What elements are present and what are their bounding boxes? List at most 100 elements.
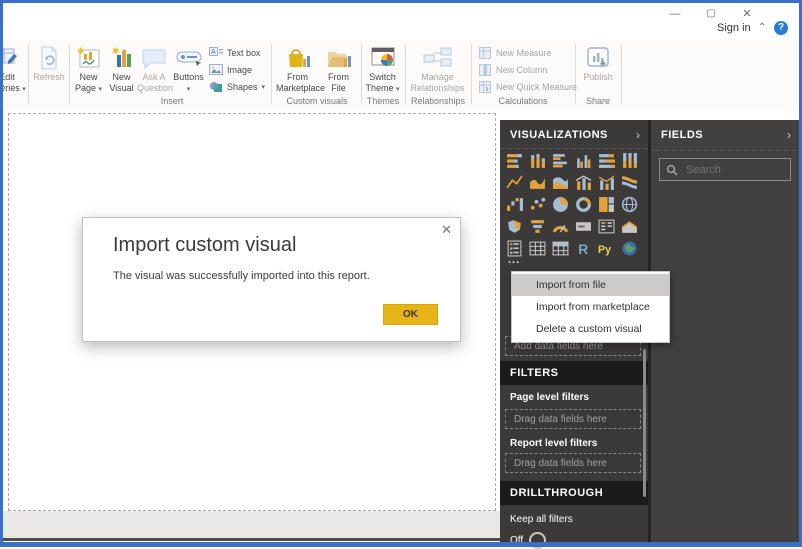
100-stacked-column-chart-icon[interactable] xyxy=(621,152,638,169)
ribbon: Edit Queries ▾ Refresh ✱ New Page ▾ ✱ Ne… xyxy=(0,40,799,110)
filled-map-icon[interactable] xyxy=(506,218,523,235)
report-level-filters-label: Report level filters xyxy=(510,438,598,449)
card-icon[interactable] xyxy=(575,218,592,235)
ribbon-separator xyxy=(621,44,622,104)
r-script-visual-icon[interactable]: R xyxy=(575,240,592,257)
ribbon-separator xyxy=(69,44,70,104)
svg-text:Py: Py xyxy=(598,244,611,256)
fields-panel-title: FIELDS xyxy=(661,129,704,141)
gauge-icon[interactable] xyxy=(552,218,569,235)
new-page-button[interactable]: ✱ New Page ▾ xyxy=(72,44,105,95)
image-button[interactable]: Image xyxy=(209,62,252,77)
ask-a-question-button[interactable]: Ask A Question xyxy=(137,44,173,95)
fields-panel: FIELDS › xyxy=(651,120,799,542)
table-icon[interactable] xyxy=(529,240,546,257)
dropdown-caret-icon: ▾ xyxy=(261,83,266,91)
refresh-icon xyxy=(30,44,68,72)
clustered-column-chart-icon[interactable] xyxy=(575,152,592,169)
column-table-icon xyxy=(479,63,491,76)
group-label-calculations: Calculations xyxy=(498,96,548,106)
new-measure-button[interactable]: New Measure xyxy=(479,45,552,60)
python-visual-icon[interactable]: Py xyxy=(598,240,615,257)
text-box-button[interactable]: A Text box xyxy=(209,45,261,60)
page-level-filters-well[interactable]: Drag data fields here xyxy=(505,409,641,429)
search-input[interactable] xyxy=(684,162,788,177)
ribbon-separator xyxy=(28,44,29,104)
refresh-button[interactable]: Refresh xyxy=(30,44,68,83)
pie-chart-icon[interactable] xyxy=(552,196,569,213)
report-level-filters-well[interactable]: Drag data fields here xyxy=(505,453,641,473)
100-stacked-bar-chart-icon[interactable] xyxy=(598,152,615,169)
buttons-icon xyxy=(172,44,205,72)
new-column-button[interactable]: New Column xyxy=(479,62,548,77)
divider xyxy=(500,148,648,149)
page-level-filters-label: Page level filters xyxy=(510,392,589,403)
stacked-area-chart-icon[interactable] xyxy=(552,174,569,191)
funnel-icon[interactable] xyxy=(529,218,546,235)
close-button[interactable]: ✕ xyxy=(737,6,757,22)
publish-button[interactable]: Publish xyxy=(579,44,617,83)
line-and-clustered-column-chart-icon[interactable] xyxy=(598,174,615,191)
kpi-icon[interactable] xyxy=(621,218,638,235)
line-and-stacked-column-chart-icon[interactable] xyxy=(575,174,592,191)
area-chart-icon[interactable] xyxy=(529,174,546,191)
collapse-panel-chevron-icon[interactable]: › xyxy=(787,128,791,142)
treemap-icon[interactable] xyxy=(598,196,615,213)
matrix-icon[interactable] xyxy=(552,240,569,257)
ribbon-separator xyxy=(471,44,472,104)
sign-in-button[interactable]: Sign in xyxy=(717,22,751,34)
ribbon-separator xyxy=(405,44,406,104)
new-visual-icon: ✱ xyxy=(106,44,137,72)
visualizations-panel-title: VISUALIZATIONS xyxy=(510,129,608,141)
dialog-close-icon[interactable]: ✕ xyxy=(441,222,452,238)
toggle-knob-icon xyxy=(529,532,547,549)
manage-relationships-button[interactable]: Manage Relationships xyxy=(408,44,467,95)
dropdown-caret-icon: ▾ xyxy=(98,86,103,94)
import-custom-visual-dialog: ✕ Import custom visual The visual was su… xyxy=(82,217,461,342)
divider xyxy=(651,150,799,151)
waterfall-chart-icon[interactable] xyxy=(506,196,523,213)
help-icon[interactable]: ? xyxy=(774,21,788,35)
title-bar: — ▢ ✕ Sign in ⌃ ? xyxy=(3,3,799,40)
maximize-button[interactable]: ▢ xyxy=(701,6,721,22)
donut-chart-icon[interactable] xyxy=(575,196,592,213)
arcgis-map-icon[interactable] xyxy=(621,240,638,257)
publish-icon xyxy=(579,44,617,72)
map-icon[interactable] xyxy=(621,196,638,213)
panel-scrollbar[interactable] xyxy=(643,349,646,497)
ok-button[interactable]: OK xyxy=(383,304,438,325)
clustered-bar-chart-icon[interactable] xyxy=(552,152,569,169)
more-options-icon[interactable]: ... xyxy=(508,254,520,266)
svg-text:✱: ✱ xyxy=(77,46,85,56)
status-bar xyxy=(3,538,500,541)
menu-item-import-from-marketplace[interactable]: Import from marketplace xyxy=(512,296,669,318)
switch-theme-button[interactable]: Switch Theme ▾ xyxy=(364,44,401,95)
group-label-share: Share xyxy=(585,96,611,106)
stacked-bar-chart-icon[interactable] xyxy=(506,152,523,169)
from-file-button[interactable]: From File xyxy=(322,44,355,95)
menu-item-delete-a-custom-visual[interactable]: Delete a custom visual xyxy=(512,318,669,340)
multi-row-card-icon[interactable] xyxy=(598,218,615,235)
ribbon-separator xyxy=(575,44,576,104)
buttons-button[interactable]: Buttons ▾ xyxy=(172,44,205,95)
keep-all-filters-toggle[interactable]: Off xyxy=(510,532,547,549)
collapse-ribbon-icon[interactable]: ⌃ xyxy=(758,22,766,33)
dropdown-caret-icon: ▾ xyxy=(22,86,26,94)
new-visual-button[interactable]: ✱ New Visual xyxy=(106,44,137,95)
svg-text:✱: ✱ xyxy=(112,46,120,56)
collapse-panel-chevron-icon[interactable]: › xyxy=(636,128,640,142)
group-label-themes: Themes xyxy=(366,96,400,106)
menu-item-import-from-file[interactable]: Import from file xyxy=(512,274,669,296)
folder-icon xyxy=(322,44,355,72)
ribbon-chart-icon[interactable] xyxy=(621,174,638,191)
from-marketplace-button[interactable]: From Marketplace xyxy=(276,44,325,95)
line-chart-icon[interactable] xyxy=(506,174,523,191)
minimize-button[interactable]: — xyxy=(665,6,685,22)
stacked-column-chart-icon[interactable] xyxy=(529,152,546,169)
new-quick-measure-button[interactable]: New Quick Measure xyxy=(479,79,577,94)
fields-search-box xyxy=(659,158,791,181)
scatter-chart-icon[interactable] xyxy=(529,196,546,213)
edit-queries-button[interactable]: Edit Queries ▾ xyxy=(0,44,27,95)
shapes-button[interactable]: Shapes ▾ xyxy=(209,79,265,94)
search-icon xyxy=(666,164,678,175)
